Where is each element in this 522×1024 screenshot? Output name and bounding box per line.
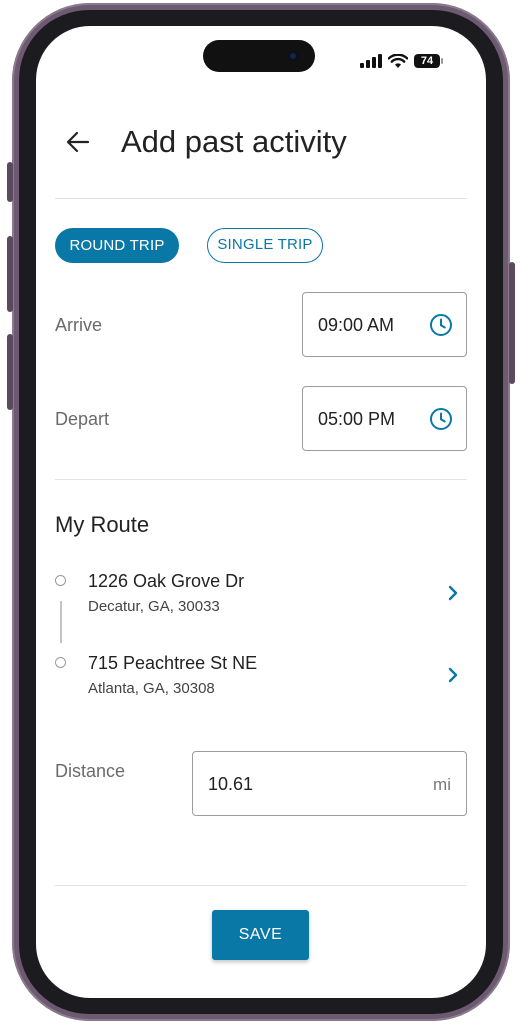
side-button-right [509, 262, 515, 384]
chevron-right-icon[interactable] [446, 583, 460, 603]
stop-1-city: Decatur, GA, 30033 [88, 598, 220, 615]
depart-label: Depart [55, 409, 110, 429]
side-button-left-3 [7, 334, 13, 410]
footer-divider [55, 885, 467, 886]
distance-label: Distance [55, 761, 126, 781]
route-stop-marker [55, 657, 66, 668]
status-bar: 74 [360, 52, 443, 70]
route-section-title: My Route [55, 512, 150, 537]
header-divider [55, 198, 467, 199]
stop-2-city: Atlanta, GA, 30308 [88, 680, 215, 697]
distance-value: 10.61 [208, 774, 254, 794]
depart-time-value: 05:00 PM [318, 409, 396, 429]
stop-2-address[interactable]: 715 Peachtree St NE [88, 653, 257, 674]
page-title: Add past activity [121, 124, 347, 159]
clock-icon[interactable] [429, 313, 453, 337]
battery-level: 74 [420, 55, 434, 67]
depart-time-field[interactable]: 05:00 PM [302, 386, 467, 451]
save-button[interactable]: SAVE [212, 910, 309, 960]
distance-input[interactable]: 10.61 mi [192, 751, 467, 816]
arrive-time-value: 09:00 AM [318, 315, 395, 335]
distance-unit: mi [433, 775, 451, 794]
section-divider [55, 479, 467, 480]
signal-icon [360, 54, 382, 68]
camera-icon [287, 50, 299, 62]
battery-icon: 74 [414, 54, 443, 68]
side-button-left-2 [7, 236, 13, 312]
arrow-left-icon[interactable] [64, 128, 92, 156]
round-trip-chip[interactable]: ROUND TRIP [55, 228, 179, 263]
route-connector-line [60, 601, 62, 643]
arrive-label: Arrive [55, 315, 103, 335]
clock-icon[interactable] [429, 407, 453, 431]
single-trip-chip[interactable]: SINGLE TRIP [207, 228, 323, 263]
route-stop-marker [55, 575, 66, 586]
wifi-icon [388, 53, 408, 68]
arrive-time-field[interactable]: 09:00 AM [302, 292, 467, 357]
stop-1-address[interactable]: 1226 Oak Grove Dr [88, 571, 244, 592]
chevron-right-icon[interactable] [446, 665, 460, 685]
side-button-left-1 [7, 162, 13, 202]
